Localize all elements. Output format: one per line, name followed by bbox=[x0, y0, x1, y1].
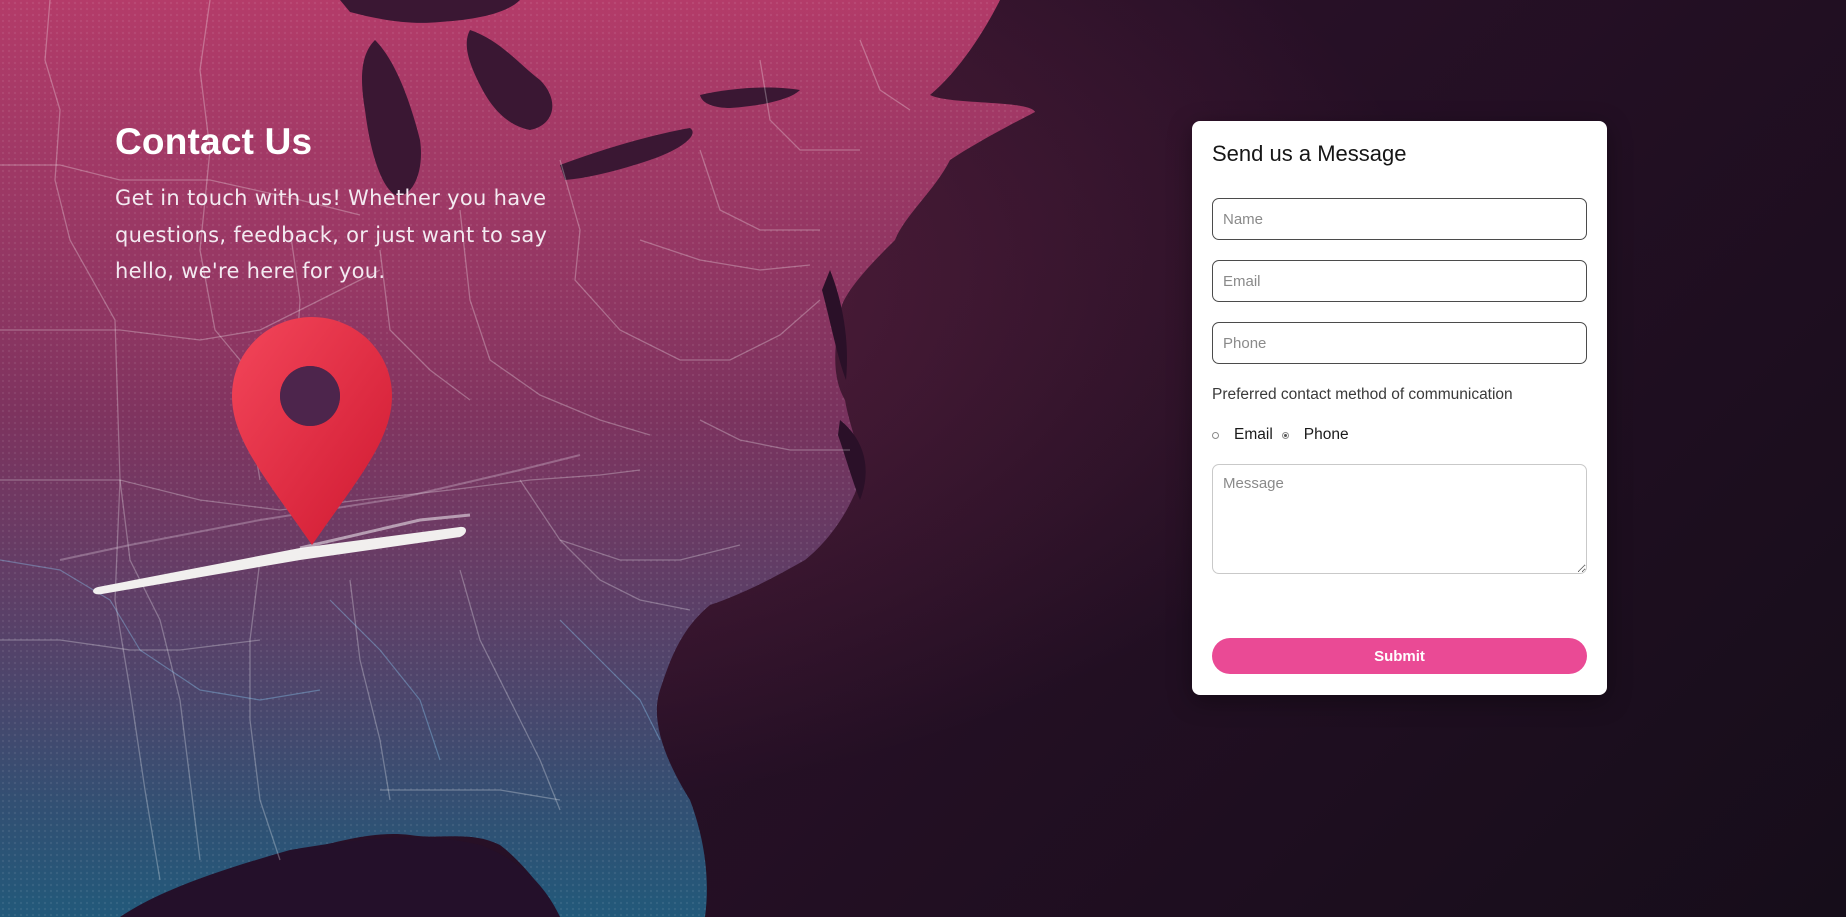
email-radio-label[interactable]: Email bbox=[1234, 426, 1273, 444]
email-input[interactable] bbox=[1212, 260, 1587, 302]
hero-description: Get in touch with us! Whether you have q… bbox=[115, 186, 548, 283]
contact-preference-group: Email Phone bbox=[1212, 425, 1587, 445]
email-radio[interactable] bbox=[1212, 431, 1219, 439]
contact-page: Contact Us Get in touch with us! Whether… bbox=[0, 0, 1846, 917]
name-input[interactable] bbox=[1212, 198, 1587, 240]
phone-input[interactable] bbox=[1212, 322, 1587, 364]
hero-section: Contact Us Get in touch with us! Whether… bbox=[115, 118, 585, 290]
phone-radio-label[interactable]: Phone bbox=[1304, 426, 1349, 444]
page-title: Contact Us bbox=[115, 121, 313, 162]
form-title: Send us a Message bbox=[1212, 141, 1407, 166]
contact-preference-label: Preferred contact method of communicatio… bbox=[1212, 386, 1513, 403]
contact-form-card: Send us a Message Preferred contact meth… bbox=[1192, 121, 1607, 695]
message-textarea[interactable] bbox=[1212, 464, 1587, 574]
phone-radio[interactable] bbox=[1281, 431, 1289, 439]
submit-button[interactable]: Submit bbox=[1212, 638, 1587, 674]
